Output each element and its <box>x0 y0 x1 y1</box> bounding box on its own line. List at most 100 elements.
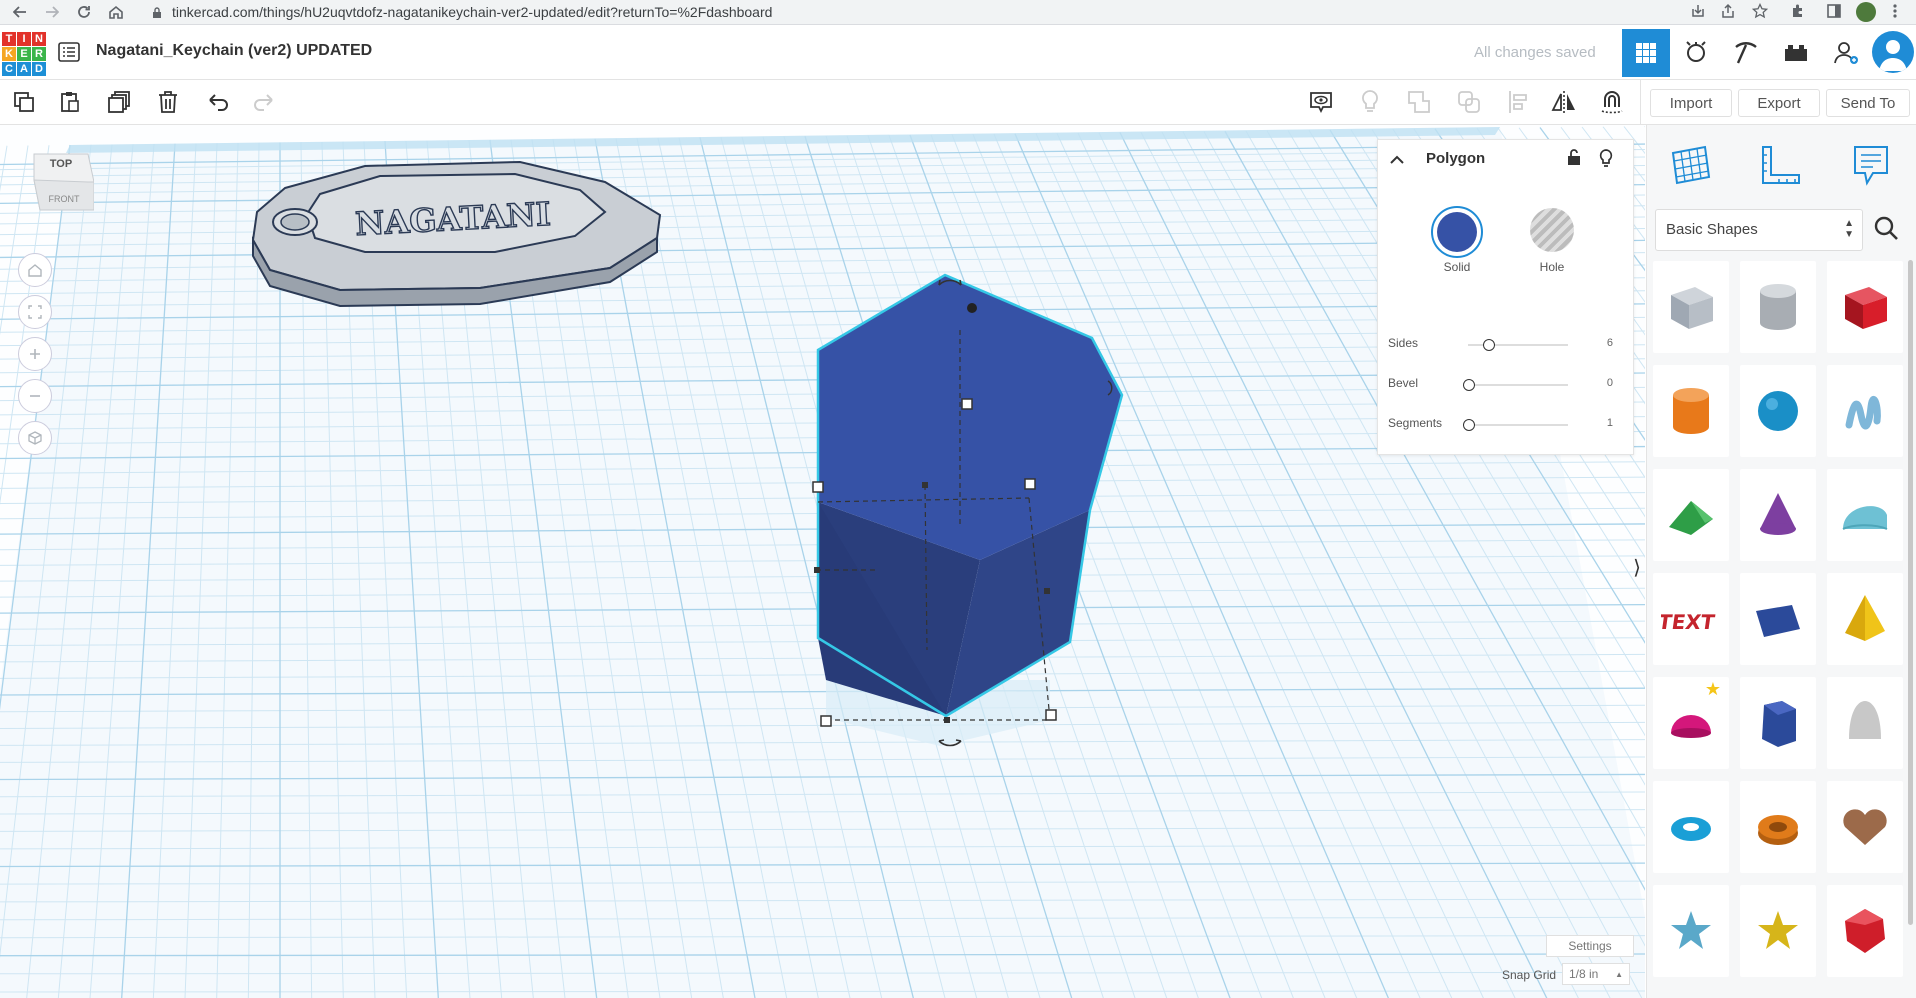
shape-tile-icosahedron[interactable] <box>1827 885 1903 977</box>
panel-collapse-arrow-icon[interactable]: ⟩ <box>1630 547 1644 587</box>
shape-tile-pyramid[interactable] <box>1827 573 1903 665</box>
bevel-slider-knob[interactable] <box>1463 379 1475 391</box>
3d-view-button[interactable] <box>1622 29 1670 77</box>
back-icon[interactable] <box>10 2 30 22</box>
add-user-icon[interactable] <box>1822 29 1870 77</box>
bricks-icon[interactable] <box>1772 29 1820 77</box>
perspective-cube-icon <box>28 431 42 445</box>
workplane-tool-icon[interactable] <box>1669 143 1713 192</box>
hole-label: Hole <box>1539 260 1565 274</box>
segments-slider-track[interactable] <box>1468 424 1568 426</box>
bevel-slider-track[interactable] <box>1468 384 1568 386</box>
pickaxe-icon[interactable] <box>1722 29 1770 77</box>
notes-eye-icon[interactable] <box>1305 86 1337 118</box>
import-button[interactable]: Import <box>1650 89 1732 117</box>
home-view-button[interactable] <box>18 253 52 287</box>
cruise-magnet-icon[interactable] <box>1596 86 1628 118</box>
bevel-label: Bevel <box>1388 376 1419 390</box>
sidepanel-icon[interactable] <box>1826 3 1842 24</box>
mirror-icon[interactable] <box>1548 86 1580 118</box>
extensions-icon[interactable] <box>1790 3 1806 24</box>
share-icon[interactable] <box>1720 3 1736 24</box>
shape-tile-wedge[interactable] <box>1740 573 1816 665</box>
polygon-object[interactable] <box>800 270 1140 760</box>
shapes-scrollbar[interactable] <box>1908 260 1913 925</box>
visibility-lightbulb-icon[interactable] <box>1598 148 1614 173</box>
group-icon[interactable] <box>1403 86 1435 118</box>
zoom-out-button[interactable] <box>18 379 52 413</box>
copy-icon[interactable] <box>8 86 40 118</box>
collapse-chevron-icon[interactable] <box>1390 152 1404 170</box>
user-avatar[interactable] <box>1872 31 1914 73</box>
zoom-in-button[interactable] <box>18 337 52 371</box>
keychain-object[interactable]: NAGATANI <box>245 160 665 320</box>
logo-letter: N <box>32 32 46 46</box>
shape-tile-roof[interactable] <box>1653 469 1729 561</box>
segments-value[interactable]: 1 <box>1607 417 1613 429</box>
search-icon[interactable] <box>1873 215 1899 246</box>
workplane-viewport[interactable]: NAGATANI TOP FRONT Polygon Solid Hole Si… <box>0 125 1645 998</box>
bookmark-star-icon[interactable] <box>1751 2 1769 24</box>
rotate-handle-top-icon[interactable] <box>935 273 965 295</box>
shape-tile-cylinder-hole[interactable] <box>1740 261 1816 353</box>
ungroup-icon[interactable] <box>1453 86 1485 118</box>
ruler-tool-icon[interactable] <box>1759 143 1803 192</box>
shape-tile-star-gold[interactable] <box>1740 885 1816 977</box>
rotate-handle-side-icon[interactable] <box>1104 377 1118 399</box>
redo-icon[interactable] <box>248 86 280 118</box>
home-icon[interactable] <box>106 2 126 22</box>
shape-tile-paraboloid[interactable] <box>1827 677 1903 769</box>
inspector-title: Polygon <box>1426 150 1486 167</box>
logo-letter: A <box>17 62 31 76</box>
hole-button[interactable] <box>1530 208 1574 252</box>
profile-avatar[interactable] <box>1856 2 1876 22</box>
solid-color-button[interactable] <box>1431 206 1483 258</box>
bevel-value[interactable]: 0 <box>1607 377 1613 389</box>
shape-tile-cylinder[interactable] <box>1653 365 1729 457</box>
shape-tile-half-sphere[interactable]: ★ <box>1653 677 1729 769</box>
segments-slider-knob[interactable] <box>1463 419 1475 431</box>
address-bar[interactable]: tinkercad.com/things/hU2uqvtdofz-nagatan… <box>172 2 772 22</box>
design-list-icon[interactable] <box>58 42 80 67</box>
sides-slider-knob[interactable] <box>1483 339 1495 351</box>
settings-button[interactable]: Settings <box>1546 935 1634 957</box>
download-icon[interactable] <box>1690 3 1706 24</box>
shape-tile-torus[interactable] <box>1653 781 1729 873</box>
shape-tile-text[interactable]: TEXT <box>1653 573 1729 665</box>
send-to-button[interactable]: Send To <box>1826 89 1910 117</box>
browser-menu-icon[interactable] <box>1892 3 1898 24</box>
shape-tile-sphere[interactable] <box>1740 365 1816 457</box>
cylinder-hole-icon <box>1760 284 1796 330</box>
forward-icon[interactable] <box>42 2 62 22</box>
lightbulb-icon[interactable] <box>1354 86 1386 118</box>
shape-tile-cone[interactable] <box>1740 469 1816 561</box>
shape-tile-polygon[interactable] <box>1740 677 1816 769</box>
round-roof-icon <box>1842 506 1888 530</box>
tinkercad-logo[interactable]: T I N K E R C A D <box>2 32 46 76</box>
perspective-button[interactable] <box>18 421 52 455</box>
fit-view-button[interactable] <box>18 295 52 329</box>
notes-tool-icon[interactable] <box>1851 143 1891 192</box>
undo-icon[interactable] <box>202 86 234 118</box>
codeblocks-icon[interactable] <box>1672 29 1720 77</box>
reload-icon[interactable] <box>74 2 94 22</box>
shape-tile-box-hole[interactable] <box>1653 261 1729 353</box>
shape-tile-star[interactable] <box>1653 885 1729 977</box>
sides-value[interactable]: 6 <box>1607 337 1613 349</box>
shape-tile-scribble[interactable] <box>1827 365 1903 457</box>
duplicate-icon[interactable] <box>104 86 136 118</box>
export-button[interactable]: Export <box>1738 89 1820 117</box>
shape-tile-box[interactable] <box>1827 261 1903 353</box>
rotate-handle-bottom-icon[interactable] <box>935 733 965 755</box>
delete-icon[interactable] <box>152 86 184 118</box>
shape-tile-tube[interactable] <box>1740 781 1816 873</box>
shape-tile-heart[interactable] <box>1827 781 1903 873</box>
snap-grid-select[interactable]: 1/8 in ▲ <box>1562 963 1630 985</box>
lock-toggle-icon[interactable] <box>1566 148 1582 171</box>
design-title[interactable]: Nagatani_Keychain (ver2) UPDATED <box>96 42 372 60</box>
align-icon[interactable] <box>1503 86 1535 118</box>
view-cube[interactable]: TOP FRONT <box>28 150 95 226</box>
paste-icon[interactable] <box>54 86 86 118</box>
shape-category-select[interactable]: Basic Shapes ▲ ▼ <box>1655 209 1863 251</box>
shape-tile-round-roof[interactable] <box>1827 469 1903 561</box>
